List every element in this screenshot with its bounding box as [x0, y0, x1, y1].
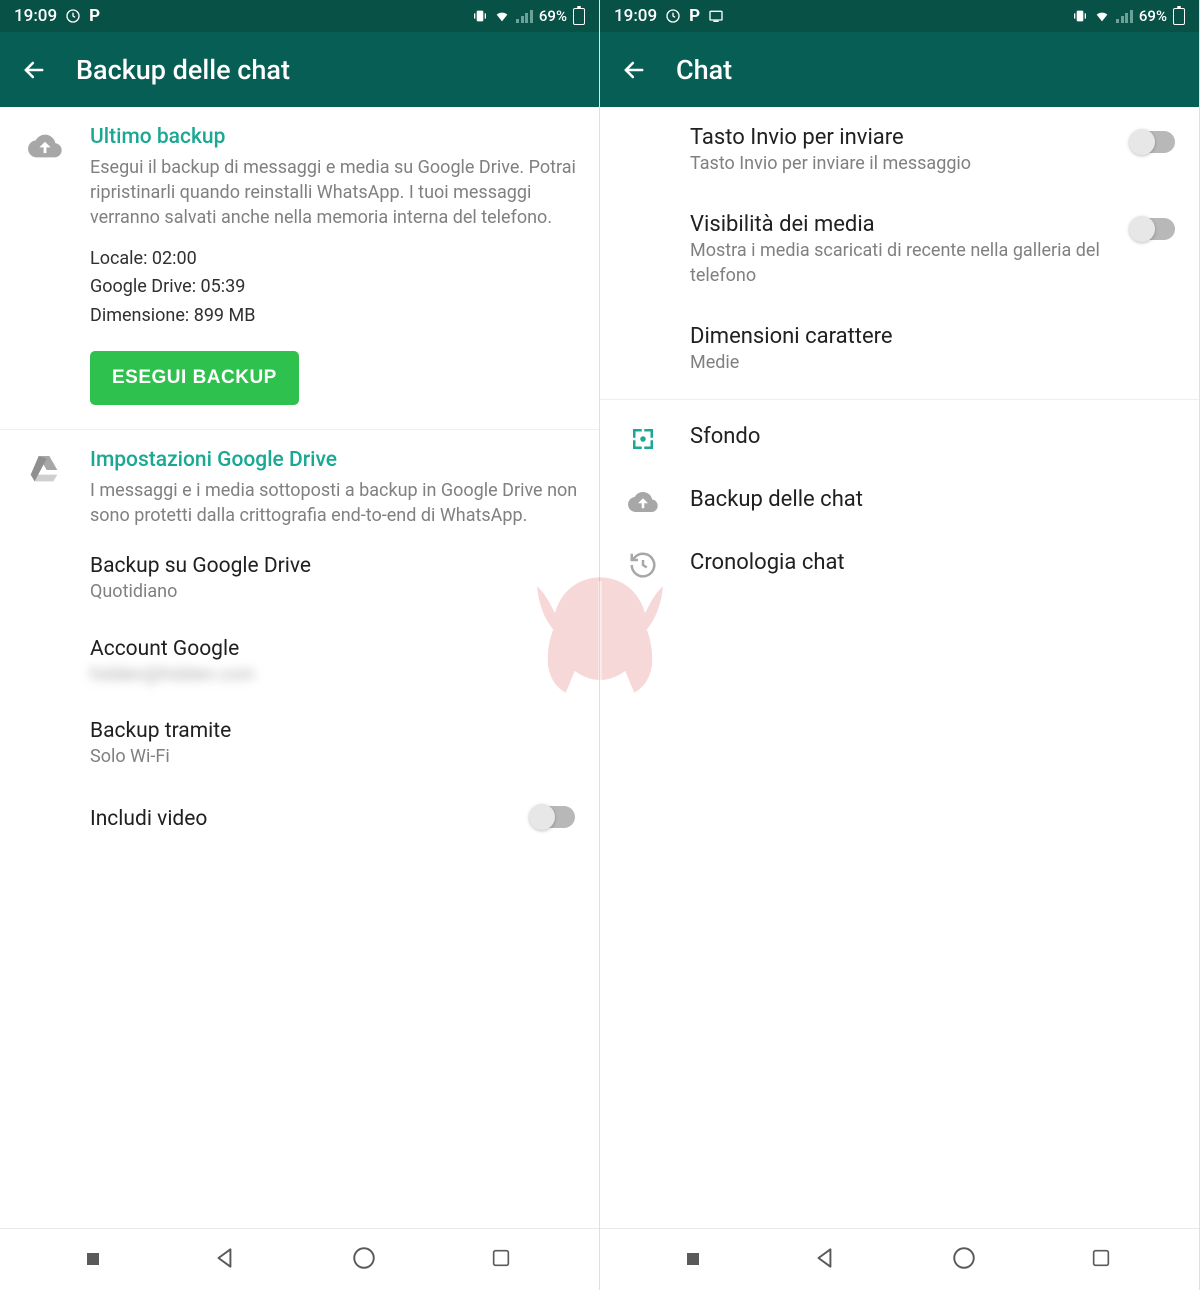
run-backup-button[interactable]: ESEGUI BACKUP — [90, 351, 299, 405]
include-video-toggle[interactable] — [531, 806, 575, 828]
status-bar: 19:09 P 69% — [600, 0, 1199, 32]
battery-text: 69% — [539, 7, 567, 25]
cast-icon — [708, 8, 724, 24]
status-time: 19:09 — [14, 6, 57, 26]
wallpaper-item[interactable]: Sfondo — [600, 406, 1199, 469]
backup-size-line: Dimensione: 899 MB — [90, 302, 579, 331]
last-backup-desc: Esegui il backup di messaggi e media su … — [90, 155, 579, 231]
enter-to-send-title: Tasto Invio per inviare — [690, 125, 1109, 150]
nav-menu-icon[interactable] — [87, 1250, 99, 1269]
chat-backup-title: Backup delle chat — [690, 487, 1109, 512]
signal-icon — [516, 9, 533, 23]
media-visibility-title: Visibilità dei media — [690, 212, 1109, 237]
p-icon: P — [89, 6, 100, 26]
signal-icon — [1116, 9, 1133, 23]
enter-to-send-toggle[interactable] — [1131, 131, 1175, 153]
chat-backup-item[interactable]: Backup delle chat — [600, 469, 1199, 532]
last-backup-section: Ultimo backup Esegui il backup di messag… — [0, 107, 599, 430]
include-video-title: Includi video — [90, 807, 579, 831]
backup-local-line: Locale: 02:00 — [90, 245, 579, 274]
wifi-icon — [494, 8, 510, 24]
phone-left-backup: 19:09 P 69% Backup delle chat Ultimo bac… — [0, 0, 600, 1290]
nav-home-icon[interactable] — [951, 1245, 977, 1275]
font-size-title: Dimensioni carattere — [690, 324, 1109, 349]
wifi-icon — [1094, 8, 1110, 24]
wallpaper-title: Sfondo — [690, 424, 1109, 449]
nav-home-icon[interactable] — [351, 1245, 377, 1275]
backup-frequency-title: Backup su Google Drive — [90, 554, 579, 578]
divider — [600, 399, 1199, 400]
backup-drive-line: Google Drive: 05:39 — [90, 273, 579, 302]
back-button[interactable] — [620, 56, 648, 84]
nav-back-icon[interactable] — [212, 1245, 238, 1275]
app-bar: Chat — [600, 32, 1199, 107]
app-bar: Backup delle chat — [0, 32, 599, 107]
page-title: Backup delle chat — [76, 54, 290, 86]
google-account-title: Account Google — [90, 637, 579, 661]
cloud-upload-icon — [628, 487, 662, 517]
battery-text: 69% — [1139, 7, 1167, 25]
status-time: 19:09 — [614, 6, 657, 26]
nav-recent-icon[interactable] — [490, 1247, 512, 1273]
font-size-item[interactable]: Dimensioni carattere Medie — [600, 306, 1199, 393]
font-size-value: Medie — [690, 351, 1109, 375]
media-visibility-toggle[interactable] — [1131, 218, 1175, 240]
include-video-item[interactable]: Includi video — [0, 785, 599, 849]
back-button[interactable] — [20, 56, 48, 84]
phone-right-chat: 19:09 P 69% Chat Tasto Invio per inviare… — [600, 0, 1200, 1290]
cloud-upload-icon — [28, 129, 64, 167]
nav-menu-icon[interactable] — [687, 1250, 699, 1269]
enter-to-send-sub: Tasto Invio per inviare il messaggio — [690, 152, 1109, 176]
battery-icon — [1173, 8, 1185, 25]
google-account-item[interactable]: Account Google hidden@hidden.com — [0, 621, 599, 703]
p-icon: P — [689, 6, 700, 26]
gdrive-desc: I messaggi e i media sottoposti a backup… — [90, 478, 579, 528]
chat-history-item[interactable]: Cronologia chat — [600, 532, 1199, 595]
nav-recent-icon[interactable] — [1090, 1247, 1112, 1273]
backup-frequency-item[interactable]: Backup su Google Drive Quotidiano — [0, 538, 599, 620]
enter-to-send-item[interactable]: Tasto Invio per inviare Tasto Invio per … — [600, 107, 1199, 194]
status-bar: 19:09 P 69% — [0, 0, 599, 32]
backup-via-item[interactable]: Backup tramite Solo Wi-Fi — [0, 703, 599, 785]
google-account-value: hidden@hidden.com — [90, 663, 579, 687]
media-visibility-sub: Mostra i media scaricati di recente nell… — [690, 239, 1109, 288]
backup-frequency-value: Quotidiano — [90, 580, 579, 604]
clock-icon — [665, 8, 681, 24]
chat-history-title: Cronologia chat — [690, 550, 1109, 575]
gdrive-settings-section: Impostazioni Google Drive I messaggi e i… — [0, 430, 599, 538]
backup-via-title: Backup tramite — [90, 719, 579, 743]
vibrate-icon — [472, 8, 488, 24]
wallpaper-icon — [628, 424, 662, 454]
nav-bar — [600, 1228, 1199, 1290]
vibrate-icon — [1072, 8, 1088, 24]
last-backup-heading: Ultimo backup — [90, 125, 579, 149]
gdrive-heading: Impostazioni Google Drive — [90, 448, 579, 472]
google-drive-icon — [28, 452, 64, 488]
media-visibility-item[interactable]: Visibilità dei media Mostra i media scar… — [600, 194, 1199, 306]
battery-icon — [573, 8, 585, 25]
page-title: Chat — [676, 54, 732, 86]
nav-bar — [0, 1228, 599, 1290]
history-icon — [628, 550, 662, 580]
clock-icon — [65, 8, 81, 24]
nav-back-icon[interactable] — [812, 1245, 838, 1275]
backup-via-value: Solo Wi-Fi — [90, 745, 579, 769]
